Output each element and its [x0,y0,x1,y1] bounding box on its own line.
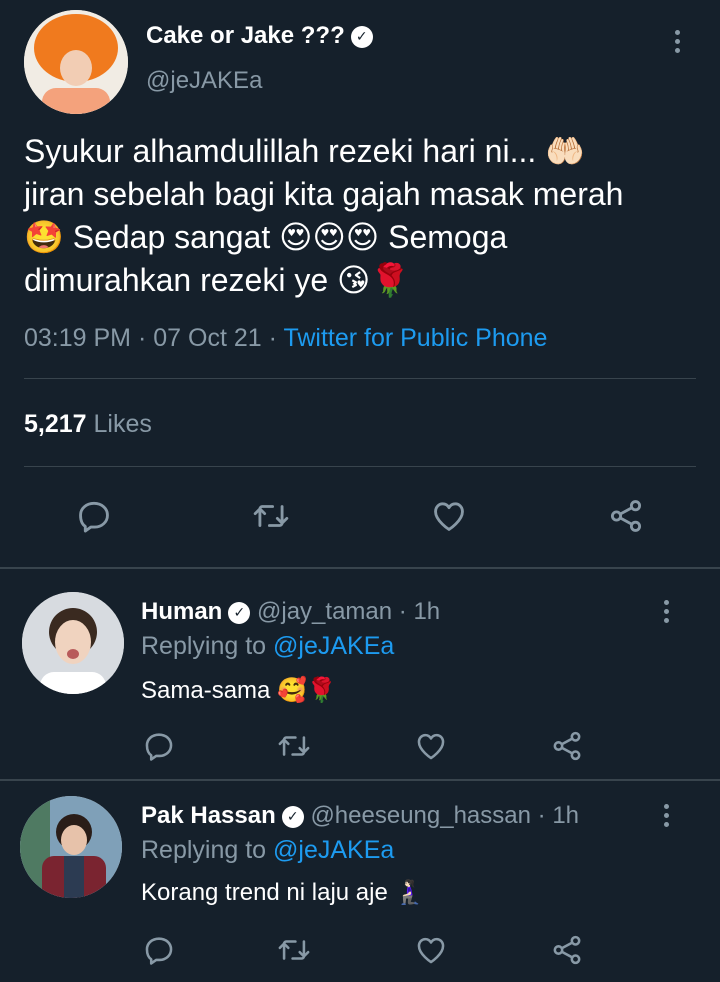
verified-badge-icon: ✓ [281,805,304,828]
verified-badge-icon: ✓ [350,25,373,48]
share-icon [610,500,642,532]
retweet-button[interactable] [274,728,314,764]
like-button[interactable] [428,496,470,536]
avatar[interactable] [20,796,122,898]
divider [24,466,696,467]
meta-separator: · [137,324,147,352]
share-icon [553,935,581,965]
likes-number: 5,217 [24,410,87,438]
avatar[interactable] [24,10,128,114]
replying-to-label: Replying to [141,836,267,864]
verified-badge-icon: ✓ [228,601,251,624]
reply-button[interactable] [74,496,114,536]
replying-to-label: Replying to [141,632,267,660]
likes-count[interactable]: 5,217 Likes [24,410,152,439]
reply-author-handle[interactable]: @heeseung_hassan [310,802,531,829]
retweet-button[interactable] [249,496,293,536]
divider [24,378,696,379]
retweet-icon [278,940,310,960]
reply-icon [145,937,173,965]
reply-author-name[interactable]: Pak Hassan [141,802,276,829]
reply-button[interactable] [141,932,177,968]
reply-text: Sama-sama 🥰🌹 [141,677,337,704]
tweet-date: 07 Oct 21 [153,324,262,352]
tweet-text: Syukur alhamdulillah rezeki hari ni... 🤲… [24,133,624,298]
more-vertical-icon[interactable] [673,30,681,53]
like-button[interactable] [412,728,450,764]
share-button[interactable] [548,728,586,764]
share-icon [553,731,581,761]
reply-text: Korang trend ni laju aje 🧎🏻‍♀️ [141,879,425,906]
reply-time: · 1h [537,802,580,829]
section-divider [0,567,720,569]
heart-icon [417,937,445,964]
share-button[interactable] [548,932,586,968]
author-name[interactable]: Cake or Jake ??? ✓ [146,22,373,50]
reply-author-handle[interactable]: @jay_taman [257,598,392,625]
replying-to-handle[interactable]: @jeJAKEa [273,632,394,660]
likes-label: Likes [93,410,152,438]
heart-icon [434,502,464,531]
more-vertical-icon[interactable] [662,804,670,827]
reply-author-name[interactable]: Human [141,598,222,625]
replying-to: Replying to @jeJAKEa [141,632,394,661]
reply-header: Human ✓ @jay_taman · 1h [141,598,440,626]
retweet-icon [278,736,310,756]
retweet-button[interactable] [274,932,314,968]
meta-separator: · [268,324,277,352]
replying-to: Replying to @jeJAKEa [141,836,394,865]
reply-icon [79,501,109,533]
replying-to-handle[interactable]: @jeJAKEa [273,836,394,864]
heart-icon [417,733,445,760]
tweet-time: 03:19 PM [24,324,132,352]
retweet-icon [253,505,289,527]
tweet-source-link[interactable]: Twitter for Public Phone [283,324,547,352]
like-button[interactable] [412,932,450,968]
tweet-meta: 03:19 PM · 07 Oct 21 · Twitter for Publi… [24,324,547,353]
reply-button[interactable] [141,728,177,764]
reply-icon [145,733,173,761]
avatar[interactable] [22,592,124,694]
more-vertical-icon[interactable] [662,600,670,623]
share-button[interactable] [605,496,647,536]
reply-header: Pak Hassan ✓ @heeseung_hassan · 1h [141,802,579,830]
reply-time: · 1h [398,598,441,625]
author-handle[interactable]: @jeJAKEa [146,67,262,95]
section-divider [0,779,720,781]
